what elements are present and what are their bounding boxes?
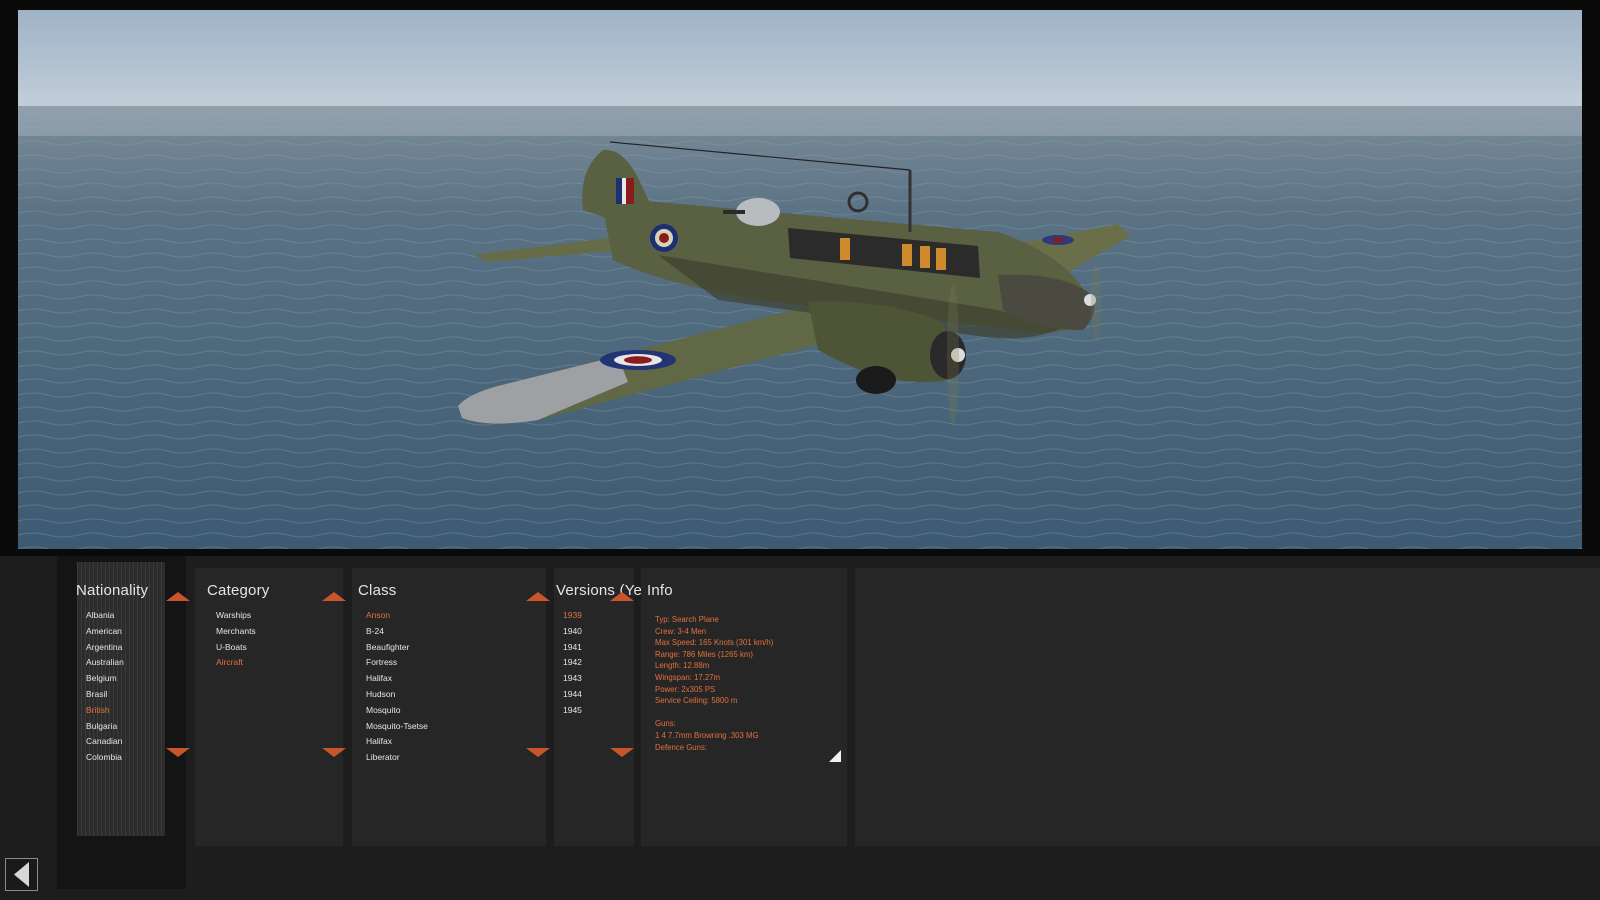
info-line: Wingspan: 17.27m [655,672,721,682]
aircraft-3d-scene[interactable] [18,10,1582,549]
category-item[interactable]: Warships [216,608,256,624]
class-title: Class [358,582,397,599]
nationality-item[interactable]: British [86,703,124,719]
class-item[interactable]: Mosquito [366,703,428,719]
category-title: Category [207,582,270,599]
nationality-scroll-down-icon[interactable] [166,748,190,757]
class-panel: Class Anson B-24 Beaufighter Fortress Halifa… [352,568,550,846]
nationality-item[interactable]: Belgium [86,671,124,687]
category-list: Warships Merchants U-Boats Aircraft [216,608,256,671]
class-item[interactable]: B-24 [366,624,428,640]
back-arrow-icon [14,862,29,887]
category-panel: Category Warships Merchants U-Boats Aircraf… [195,568,346,846]
selection-panel: Nationality Albania American Argentina Aust… [0,556,1600,900]
nationality-item[interactable]: Brasil [86,687,124,703]
category-scroll-up-icon[interactable] [322,592,346,601]
nationality-item[interactable]: Bulgaria [86,719,124,735]
versions-panel: Versions (Year) 1939 1940 1941 1942 1943 1944… [554,568,661,846]
nationality-item[interactable]: Australian [86,655,124,671]
nationality-list: Albania American Argentina Australian Belgiu… [86,608,124,766]
info-line: 1 4 7.7mm Browning .303 MG [655,730,759,740]
class-item[interactable]: Fortress [366,655,428,671]
resize-corner-icon[interactable] [829,750,841,762]
category-item[interactable]: Merchants [216,624,256,640]
info-line: Length: 12.88m [655,661,710,671]
versions-item[interactable]: 1945 [563,703,582,719]
nationality-item[interactable]: Colombia [86,750,124,766]
category-item[interactable]: U-Boats [216,640,256,656]
versions-item[interactable]: 1940 [563,624,582,640]
aircraft-viewport [0,0,1600,556]
info-line [655,707,773,719]
category-scroll-down-icon[interactable] [322,748,346,757]
class-item[interactable]: Halifax [366,734,428,750]
info-title: Info [647,582,673,599]
class-list: Anson B-24 Beaufighter Fortress Halifax Hudso… [366,608,428,766]
nationality-item[interactable]: Argentina [86,640,124,656]
versions-item[interactable]: 1939 [563,608,582,624]
info-text: Typ: Search Plane Crew: 3-4 Men Max Speed:… [655,614,773,753]
info-line: Defence Guns: [655,742,708,752]
class-scroll-down-icon[interactable] [526,748,550,757]
info-line: Max Speed: 165 Knots (301 km/h) [655,638,774,648]
class-item[interactable]: Anson [366,608,428,624]
class-item[interactable]: Hudson [366,687,428,703]
nationality-scroll-up-icon[interactable] [166,592,190,601]
info-line: Crew: 3-4 Men [655,626,707,636]
class-item[interactable]: Mosquito-Tsetse [366,719,428,735]
nationality-item[interactable]: Canadian [86,734,124,750]
empty-panel [855,568,1600,846]
versions-scroll-up-icon[interactable] [610,592,634,601]
back-button[interactable] [5,858,38,891]
versions-scroll-down-icon[interactable] [610,748,634,757]
class-item[interactable]: Liberator [366,750,428,766]
versions-item[interactable]: 1942 [563,655,582,671]
info-line: Typ: Search Plane [655,615,719,624]
info-line: Range: 786 Miles (1265 km) [655,649,753,659]
nationality-panel: Nationality Albania American Argentina Aust… [62,568,190,836]
versions-list: 1939 1940 1941 1942 1943 1944 1945 [563,608,582,719]
class-scroll-up-icon[interactable] [526,592,550,601]
info-line: Service Ceiling: 5800 m [655,696,738,706]
versions-item[interactable]: 1941 [563,640,582,656]
category-item[interactable]: Aircraft [216,655,256,671]
versions-item[interactable]: 1943 [563,671,582,687]
nationality-item[interactable]: American [86,624,124,640]
info-panel: Info Typ: Search Plane Crew: 3-4 Men Max S… [641,568,847,846]
class-item[interactable]: Halifax [366,671,428,687]
nationality-title: Nationality [76,582,149,599]
info-line: Power: 2x305 PS [655,684,716,694]
nationality-item[interactable]: Albania [86,608,124,624]
class-item[interactable]: Beaufighter [366,640,428,656]
info-line: Guns: [655,719,676,729]
versions-item[interactable]: 1944 [563,687,582,703]
